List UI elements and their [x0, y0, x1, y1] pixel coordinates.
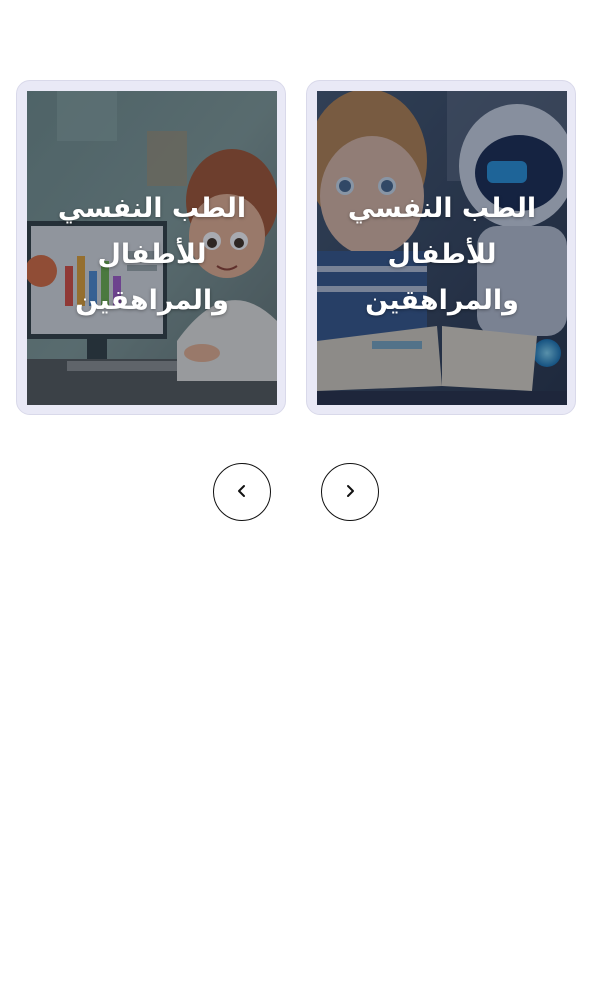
carousel-card[interactable]: الطب النفسي للأطفال والمراهقين — [306, 80, 576, 415]
chevron-right-icon — [343, 483, 357, 502]
chevron-left-icon — [235, 483, 249, 502]
page: الطب النفسي للأطفال والمراهقين الطب النف… — [0, 0, 593, 999]
carousel-prev-button[interactable] — [213, 463, 271, 521]
card-title: الطب النفسي للأطفال والمراهقين — [347, 193, 537, 316]
carousel-controls — [0, 463, 593, 523]
carousel: الطب النفسي للأطفال والمراهقين الطب النف… — [0, 80, 593, 415]
card-title: الطب النفسي للأطفال والمراهقين — [57, 193, 247, 316]
carousel-next-button[interactable] — [321, 463, 379, 521]
carousel-card[interactable]: الطب النفسي للأطفال والمراهقين — [16, 80, 286, 415]
